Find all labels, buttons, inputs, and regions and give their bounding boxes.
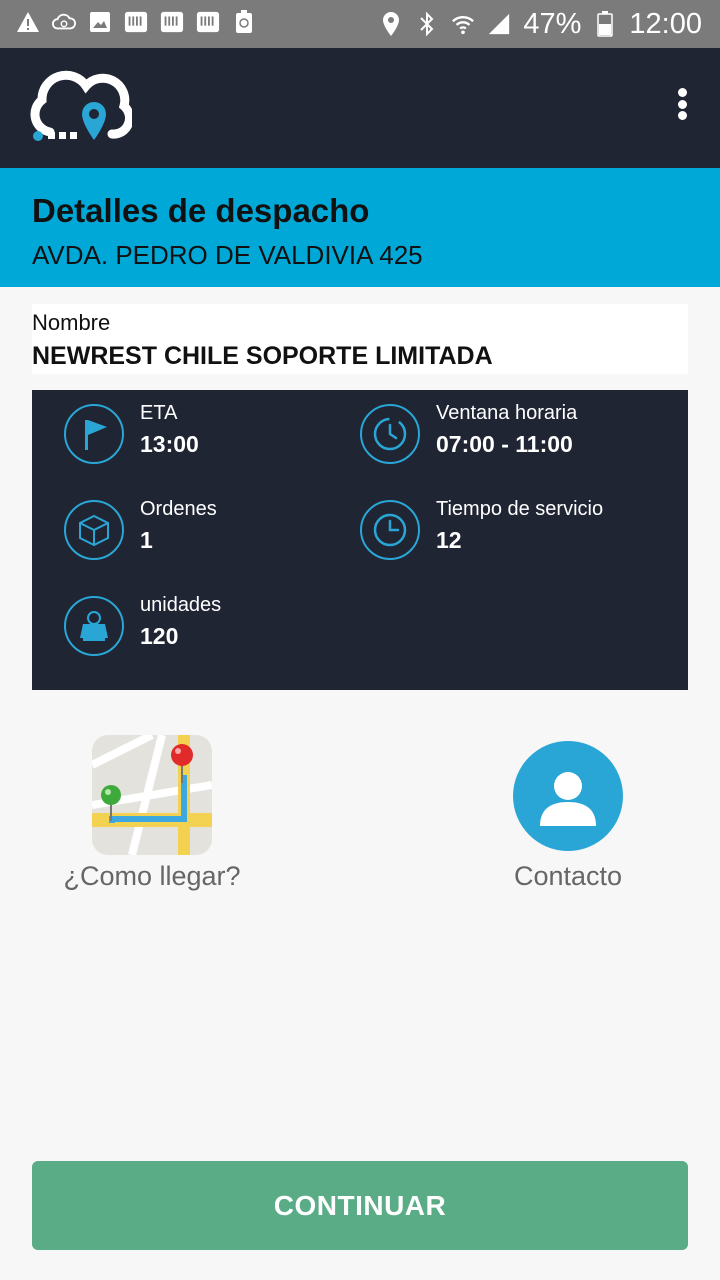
keyboard-icon <box>196 10 220 34</box>
orders-label: Ordenes <box>140 498 217 520</box>
service-time-label: Tiempo de servicio <box>436 498 604 520</box>
contact-button[interactable]: Contacto <box>490 741 646 892</box>
service-time-value: 12 <box>436 527 462 553</box>
dispatch-address: AVDA. PEDRO DE VALDIVIA 425 <box>32 240 423 270</box>
orders-info: Ordenes 1 <box>64 498 217 560</box>
more-vert-icon[interactable] <box>670 84 694 124</box>
app-bar <box>0 48 720 168</box>
clock-window-icon <box>360 404 420 464</box>
system-icons: 47% 12:00 <box>379 6 702 42</box>
battery-icon <box>593 11 617 37</box>
dispatch-header: Detalles de despacho AVDA. PEDRO DE VALD… <box>0 168 720 287</box>
time-window-info: Ventana horaria 07:00 - 11:00 <box>360 402 577 464</box>
menu-dot <box>677 99 687 109</box>
notification-icons <box>16 10 256 34</box>
warning-icon <box>16 10 40 34</box>
eta-label: ETA <box>140 402 178 424</box>
box-icon <box>64 500 124 560</box>
dispatch-info-panel: ETA 13:00 Ventana horaria 07:00 - 11:00 … <box>32 390 688 690</box>
eta-info: ETA 13:00 <box>64 402 199 464</box>
eta-value: 13:00 <box>140 431 199 457</box>
menu-dot <box>677 88 687 97</box>
units-value: 120 <box>140 623 179 649</box>
units-label: unidades <box>140 594 222 616</box>
wifi-icon <box>451 12 475 36</box>
image-icon <box>88 10 112 34</box>
keyboard-icon <box>124 10 148 34</box>
menu-dot <box>677 111 687 120</box>
bluetooth-icon <box>415 11 439 37</box>
cloud-sync-icon <box>52 10 76 34</box>
user-icon <box>513 741 623 851</box>
cloud-location-logo[interactable] <box>28 70 134 150</box>
continue-button[interactable]: CONTINUAR <box>32 1161 688 1250</box>
clock: 12:00 <box>629 7 702 40</box>
location-icon <box>379 12 403 36</box>
time-window-label: Ventana horaria <box>436 402 578 424</box>
signal-icon <box>487 12 511 36</box>
directions-button[interactable]: ¿Como llegar? <box>54 735 250 892</box>
name-value: NEWREST CHILE SOPORTE LIMITADA <box>32 342 493 370</box>
status-bar: 47% 12:00 <box>0 0 720 48</box>
directions-label: ¿Como llegar? <box>63 861 241 891</box>
recycle-battery-icon <box>232 10 256 34</box>
contact-label: Contacto <box>513 861 623 891</box>
battery-percent: 47% <box>523 7 582 40</box>
page-title: Detalles de despacho <box>32 192 370 229</box>
map-route-icon <box>92 735 212 855</box>
clock-icon <box>360 500 420 560</box>
service-time-info: Tiempo de servicio 12 <box>360 498 603 560</box>
time-window-value: 07:00 - 11:00 <box>436 431 573 457</box>
name-label: Nombre <box>32 310 111 335</box>
keyboard-icon <box>160 10 184 34</box>
units-info: unidades 120 <box>64 594 221 656</box>
flag-icon <box>64 404 124 464</box>
scale-icon <box>64 596 124 656</box>
orders-value: 1 <box>140 527 153 553</box>
name-card: Nombre NEWREST CHILE SOPORTE LIMITADA <box>32 304 688 374</box>
